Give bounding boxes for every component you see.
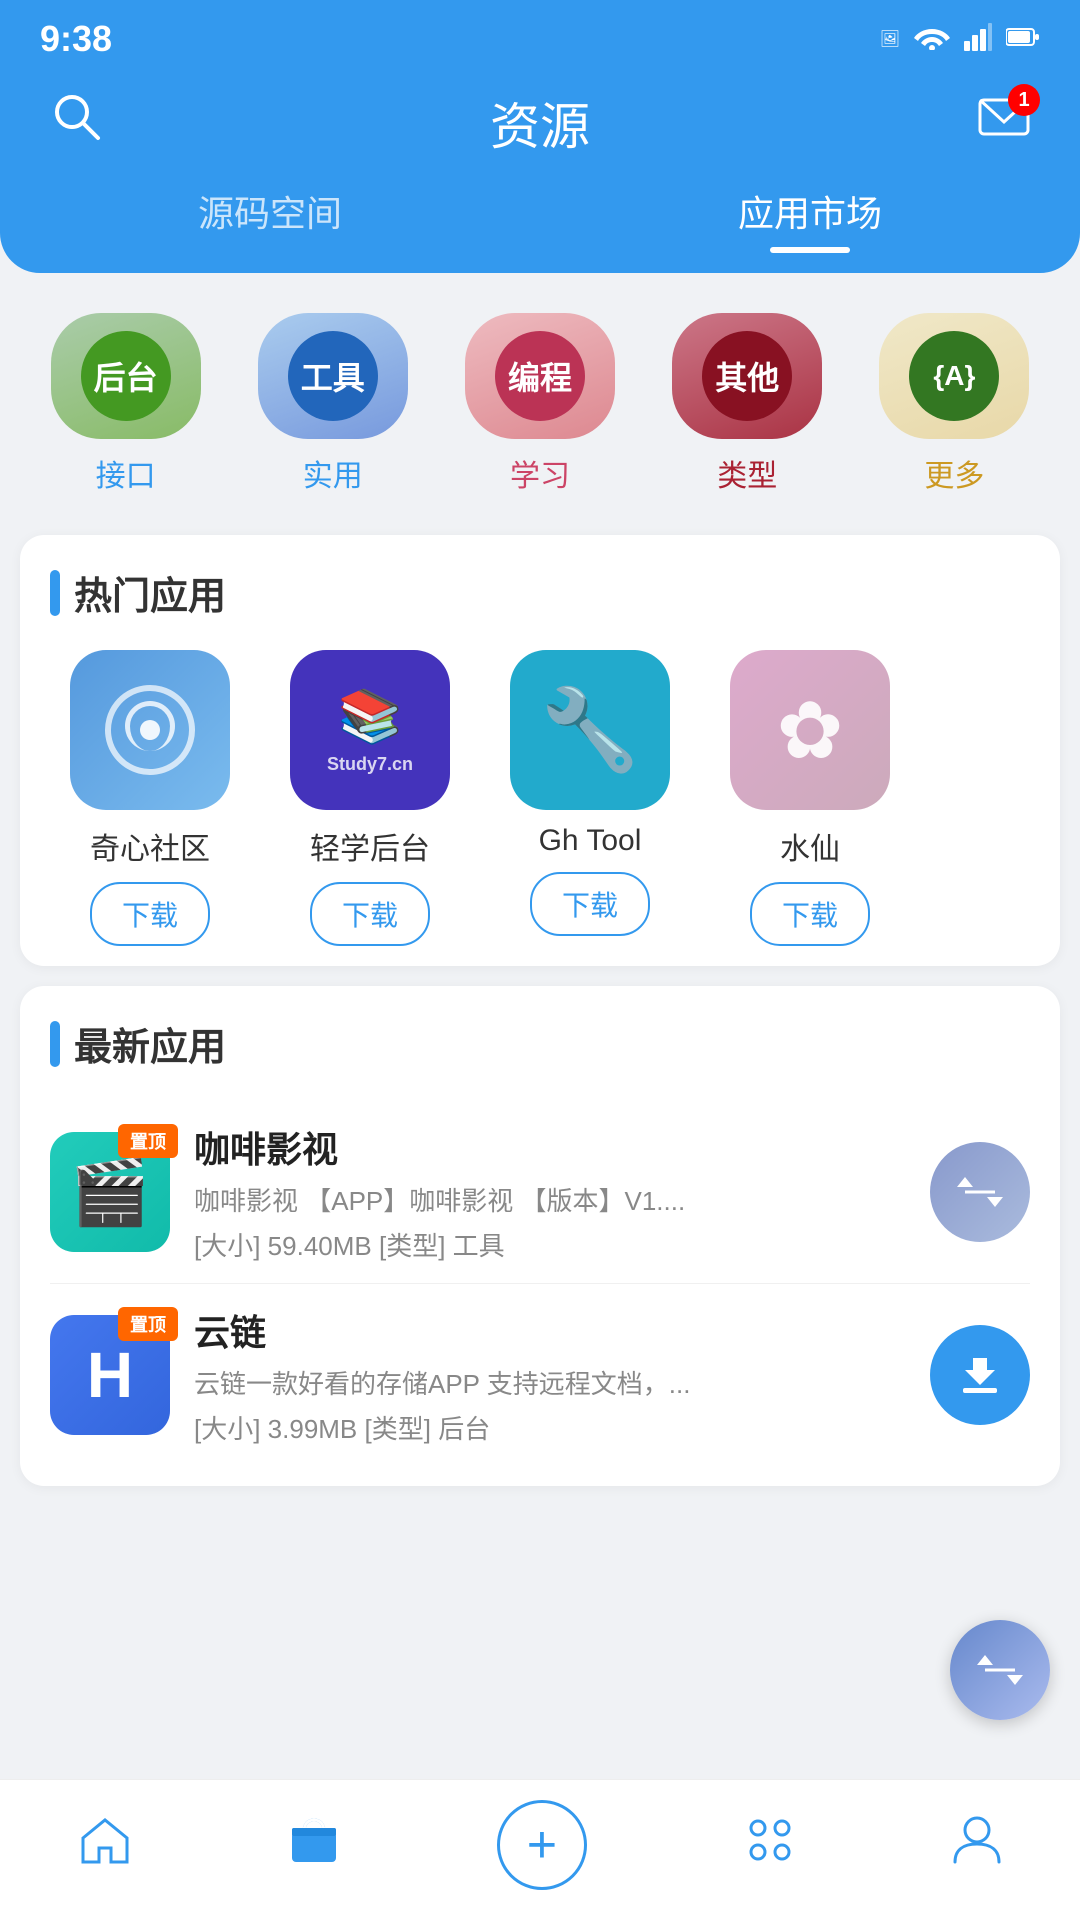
app-download-study[interactable]: 下载: [310, 882, 430, 946]
yunlian-name: 云链: [194, 1304, 906, 1356]
latest-app-kafei: 🎬 置顶 咖啡影视 咖啡影视 【APP】咖啡影视 【版本】V1.... [大小]…: [50, 1101, 1030, 1284]
app-name-gh: Gh Tool: [539, 824, 642, 858]
tab-indicator-market: [770, 247, 850, 253]
float-action-button[interactable]: [950, 1620, 1050, 1720]
category-label-others: 类型: [717, 451, 777, 495]
mail-button[interactable]: 1: [978, 94, 1030, 151]
kafei-info: 咖啡影视 咖啡影视 【APP】咖啡影视 【版本】V1.... [大小] 59.4…: [194, 1121, 906, 1263]
category-backend[interactable]: 后台 接口: [30, 313, 221, 495]
latest-apps-title: 最新应用: [74, 1016, 226, 1071]
app-name-narcissus: 水仙: [780, 824, 840, 868]
hot-apps-row: 奇心社区 下载 📚 Study7.cn 轻学后台 下载 🔧 Gh Tool 下载: [50, 650, 1030, 946]
status-icons: 🖼: [880, 23, 1040, 56]
kafei-download-button[interactable]: [930, 1142, 1030, 1242]
app-icon-narcissus: ✿: [730, 650, 890, 810]
app-name-qixin: 奇心社区: [90, 824, 210, 868]
battery-icon: [1006, 27, 1040, 52]
category-programming[interactable]: 编程 学习: [444, 313, 635, 495]
category-icon-more: {A}: [909, 331, 999, 421]
wifi-icon: [914, 24, 950, 55]
tab-indicator-source: [245, 247, 295, 253]
category-icon-programming: 编程: [495, 331, 585, 421]
add-button[interactable]: +: [497, 1800, 587, 1890]
category-tools[interactable]: 工具 实用: [237, 313, 428, 495]
category-section: 后台 接口 工具 实用 编程 学习 其他 类型: [0, 273, 1080, 515]
category-label-tools: 实用: [303, 451, 363, 495]
user-icon: [953, 1814, 1001, 1877]
tab-app-market[interactable]: 应用市场: [540, 185, 1080, 273]
image-icon: 🖼: [880, 29, 900, 49]
app-icon-qixin: [70, 650, 230, 810]
kafei-meta: [大小] 59.40MB [类型] 工具: [194, 1226, 906, 1263]
nav-grid[interactable]: [744, 1814, 796, 1877]
status-time: 9:38: [40, 18, 112, 60]
app-download-gh[interactable]: 下载: [530, 872, 650, 936]
category-icon-others: 其他: [702, 331, 792, 421]
home-icon: [79, 1816, 131, 1875]
app-qixin[interactable]: 奇心社区 下载: [50, 650, 250, 946]
tab-bar: 源码空间 应用市场: [0, 155, 1080, 273]
yunlian-meta: [大小] 3.99MB [类型] 后台: [194, 1409, 906, 1446]
hot-apps-title: 热门应用: [74, 565, 226, 620]
status-bar: 9:38 🖼: [0, 0, 1080, 70]
category-others[interactable]: 其他 类型: [652, 313, 843, 495]
app-name-study: 轻学后台: [310, 824, 430, 868]
app-icon-kafei: 🎬 置顶: [50, 1132, 170, 1252]
shop-icon: [288, 1814, 340, 1877]
tab-source-code[interactable]: 源码空间: [0, 185, 540, 273]
latest-apps-header: 最新应用: [50, 1016, 1030, 1071]
nav-home[interactable]: [79, 1816, 131, 1875]
app-gh[interactable]: 🔧 Gh Tool 下载: [490, 650, 690, 946]
latest-section-dot: [50, 1021, 60, 1067]
yunlian-info: 云链 云链一款好看的存储APP 支持远程文档，... [大小] 3.99MB […: [194, 1304, 906, 1446]
app-icon-yunlian: H 置顶: [50, 1315, 170, 1435]
latest-apps-section: 最新应用 🎬 置顶 咖啡影视 咖啡影视 【APP】咖啡影视 【版本】V1....…: [20, 986, 1060, 1486]
latest-app-yunlian: H 置顶 云链 云链一款好看的存储APP 支持远程文档，... [大小] 3.9…: [50, 1284, 1030, 1466]
category-icon-tools: 工具: [288, 331, 378, 421]
grid-icon: [744, 1814, 796, 1877]
mail-badge: 1: [1008, 84, 1040, 116]
app-download-narcissus[interactable]: 下载: [750, 882, 870, 946]
header: 资源 1: [0, 70, 1080, 155]
category-label-more: 更多: [924, 451, 984, 495]
signal-icon: [964, 23, 992, 56]
app-study[interactable]: 📚 Study7.cn 轻学后台 下载: [270, 650, 470, 946]
app-download-qixin[interactable]: 下载: [90, 882, 210, 946]
yunlian-desc: 云链一款好看的存储APP 支持远程文档，...: [194, 1364, 714, 1401]
top-badge-kafei: 置顶: [118, 1124, 178, 1158]
app-icon-study: 📚 Study7.cn: [290, 650, 450, 810]
nav-user[interactable]: [953, 1814, 1001, 1877]
hot-apps-section: 热门应用 奇心社区 下载 📚 Study7.cn 轻学后台: [20, 535, 1060, 966]
section-dot: [50, 570, 60, 616]
kafei-desc: 咖啡影视 【APP】咖啡影视 【版本】V1....: [194, 1181, 714, 1218]
page-title: 资源: [490, 87, 590, 159]
category-label-backend: 接口: [96, 451, 156, 495]
bottom-nav: +: [0, 1779, 1080, 1920]
top-badge-yunlian: 置顶: [118, 1307, 178, 1341]
nav-shop[interactable]: [288, 1814, 340, 1877]
hot-apps-header: 热门应用: [50, 565, 1030, 620]
category-more[interactable]: {A} 更多: [859, 313, 1050, 495]
plus-icon: +: [527, 1819, 557, 1871]
kafei-name: 咖啡影视: [194, 1121, 906, 1173]
nav-add[interactable]: +: [497, 1800, 587, 1890]
search-button[interactable]: [50, 90, 102, 155]
category-label-programming: 学习: [510, 451, 570, 495]
app-narcissus[interactable]: ✿ 水仙 下载: [710, 650, 910, 946]
app-icon-gh: 🔧: [510, 650, 670, 810]
yunlian-download-button[interactable]: [930, 1325, 1030, 1425]
category-icon-backend: 后台: [81, 331, 171, 421]
